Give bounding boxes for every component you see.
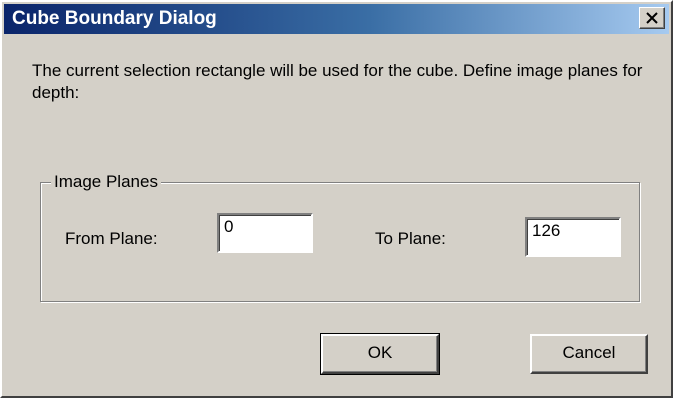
image-planes-group: Image Planes From Plane: 0 To Plane: 126 xyxy=(40,171,640,302)
from-plane-input[interactable]: 0 xyxy=(217,213,313,253)
close-icon xyxy=(646,12,658,24)
close-button[interactable] xyxy=(639,7,665,29)
title-bar[interactable]: Cube Boundary Dialog xyxy=(4,4,669,34)
to-plane-input[interactable]: 126 xyxy=(525,217,621,257)
instruction-text: The current selection rectangle will be … xyxy=(32,61,643,102)
ok-button[interactable]: OK xyxy=(320,333,440,375)
cancel-button[interactable]: Cancel xyxy=(530,334,648,374)
to-plane-label: To Plane: xyxy=(375,229,446,248)
from-plane-label: From Plane: xyxy=(65,229,158,248)
window-title: Cube Boundary Dialog xyxy=(12,8,217,29)
group-label: Image Planes xyxy=(51,171,161,193)
cube-boundary-dialog: Cube Boundary Dialog The current selecti… xyxy=(0,0,673,398)
